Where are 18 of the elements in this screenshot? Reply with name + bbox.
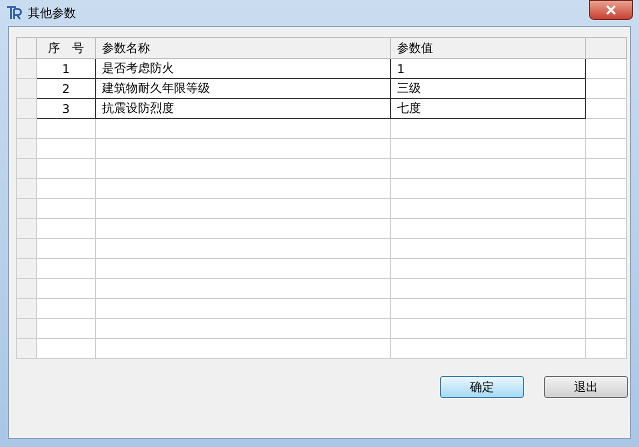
- column-header: 序 号: [36, 38, 96, 58]
- table-cell: 2: [36, 78, 96, 98]
- ok-button[interactable]: 确定: [440, 376, 524, 398]
- table-cell: 三级: [390, 78, 586, 98]
- table-cell: 1: [390, 58, 586, 78]
- table-cell: 是否考虑防火: [96, 58, 390, 78]
- window-title: 其他参数: [28, 4, 77, 22]
- table-cell: 建筑物耐久年限等级: [96, 78, 390, 98]
- table-cell: 1: [36, 58, 96, 78]
- column-header: 参数值: [390, 38, 586, 58]
- exit-button[interactable]: 退出: [544, 376, 628, 398]
- close-button[interactable]: [589, 0, 633, 20]
- table-cell: 3: [36, 98, 96, 118]
- table-cell: 抗震设防烈度: [96, 98, 390, 118]
- table-cell: 七度: [390, 98, 586, 118]
- close-icon: [605, 5, 617, 15]
- app-logo-icon: [6, 5, 22, 21]
- column-header: 参数名称: [96, 38, 390, 58]
